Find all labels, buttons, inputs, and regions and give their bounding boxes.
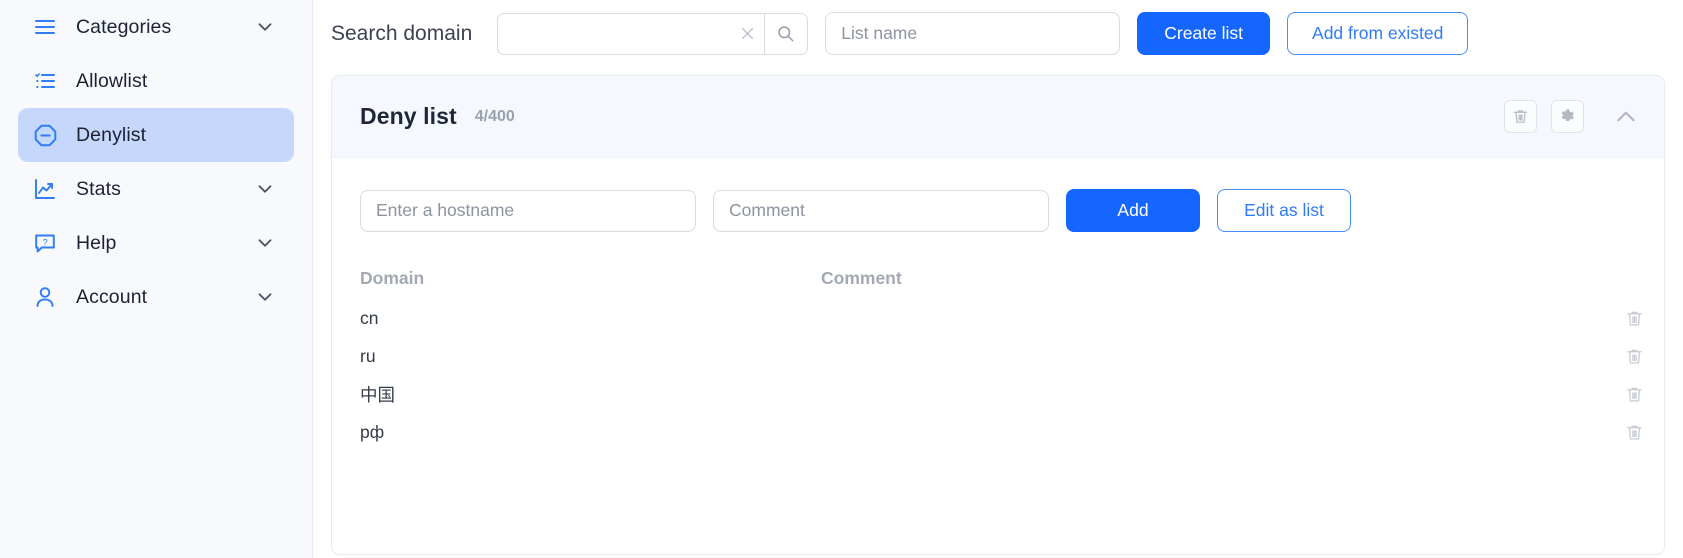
chevron-down-icon[interactable] [254,16,276,38]
sidebar-item-label: Help [76,231,117,254]
table-row: ru [332,337,1664,375]
row-delete-button[interactable] [1592,347,1644,366]
table-row: cn [332,299,1664,337]
cell-domain: 中国 [360,384,395,405]
table-header-row: Domain Comment [332,261,1664,295]
row-delete-button[interactable] [1592,423,1644,442]
row-delete-button[interactable] [1592,309,1644,328]
deny-list-table: Domain Comment cn ru 中国 рф [332,261,1664,451]
sidebar-item-account[interactable]: Account [18,270,294,324]
create-list-button[interactable]: Create list [1137,12,1271,55]
add-from-existed-button[interactable]: Add from existed [1287,12,1469,55]
sidebar-item-label: Allowlist [76,69,148,92]
sidebar-item-label: Denylist [76,123,147,146]
hostname-input[interactable] [360,189,696,232]
search-domain-group [497,12,809,55]
trash-icon[interactable] [1504,100,1537,133]
search-icon[interactable] [763,13,808,54]
edit-as-list-button[interactable]: Edit as list [1217,189,1351,232]
deny-list-panel: Deny list 4/400 Enter a hostname Comment… [331,75,1665,555]
block-icon [32,122,58,148]
main-content: Search domain Create list Add from exist… [313,0,1683,558]
row-delete-button[interactable] [1592,385,1644,404]
sidebar-item-allowlist[interactable]: Allowlist [18,54,294,108]
chevron-up-icon[interactable] [1606,100,1646,134]
chart-line-icon [32,176,58,202]
svg-text:?: ? [42,237,47,248]
add-button[interactable]: Add [1066,189,1200,232]
app-root: Categories Allowlist Denylist Stats ? He… [0,0,1683,558]
list-name-input[interactable] [825,12,1121,55]
sidebar-item-label: Categories [76,15,172,38]
help-bubble-icon: ? [32,230,58,256]
table-row: рф [332,413,1664,451]
sidebar-item-stats[interactable]: Stats [18,162,294,216]
chevron-down-icon[interactable] [254,178,276,200]
gear-icon[interactable] [1551,100,1584,133]
list-count-badge: 4/400 [474,107,515,125]
cell-domain: ru [360,345,376,366]
toolbar: Search domain Create list Add from exist… [313,0,1683,67]
column-header-comment: Comment [821,267,902,288]
sidebar: Categories Allowlist Denylist Stats ? He… [0,0,313,558]
close-icon[interactable] [731,14,764,54]
cell-domain: cn [360,307,379,328]
chevron-down-icon[interactable] [254,286,276,308]
sidebar-item-denylist[interactable]: Denylist [18,108,294,162]
user-icon [32,284,58,310]
sidebar-item-help[interactable]: ? Help [18,216,294,270]
chevron-down-icon[interactable] [254,232,276,254]
search-domain-label: Search domain [331,21,473,45]
sidebar-item-label: Stats [76,177,121,200]
menu-icon [32,14,58,40]
add-entry-form: Add Edit as list [332,158,1664,261]
sidebar-item-label: Account [76,285,148,308]
sidebar-item-categories[interactable]: Categories [18,0,294,54]
checklist-icon [32,68,58,94]
panel-header: Deny list 4/400 [332,76,1664,158]
page-title: Deny list [360,103,457,129]
search-input[interactable] [498,13,731,54]
panel-header-actions [1504,100,1646,134]
comment-input[interactable] [713,189,1049,232]
cell-domain: рф [360,421,385,442]
table-row: 中国 [332,375,1664,413]
column-header-domain: Domain [360,267,425,288]
